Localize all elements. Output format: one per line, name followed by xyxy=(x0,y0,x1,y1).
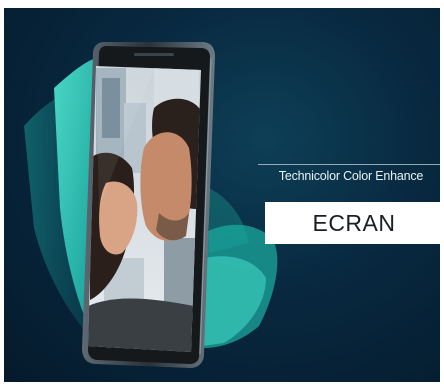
ecran-label-badge: ECRAN xyxy=(265,202,440,244)
phone-screen-photo xyxy=(88,66,201,352)
promo-banner: Technicolor Color Enhance ECRAN xyxy=(4,8,440,382)
tagline-text: Technicolor Color Enhance xyxy=(278,169,424,183)
tagline-divider xyxy=(258,164,440,165)
promo-artwork xyxy=(24,42,278,368)
smartphone-image xyxy=(82,42,215,368)
